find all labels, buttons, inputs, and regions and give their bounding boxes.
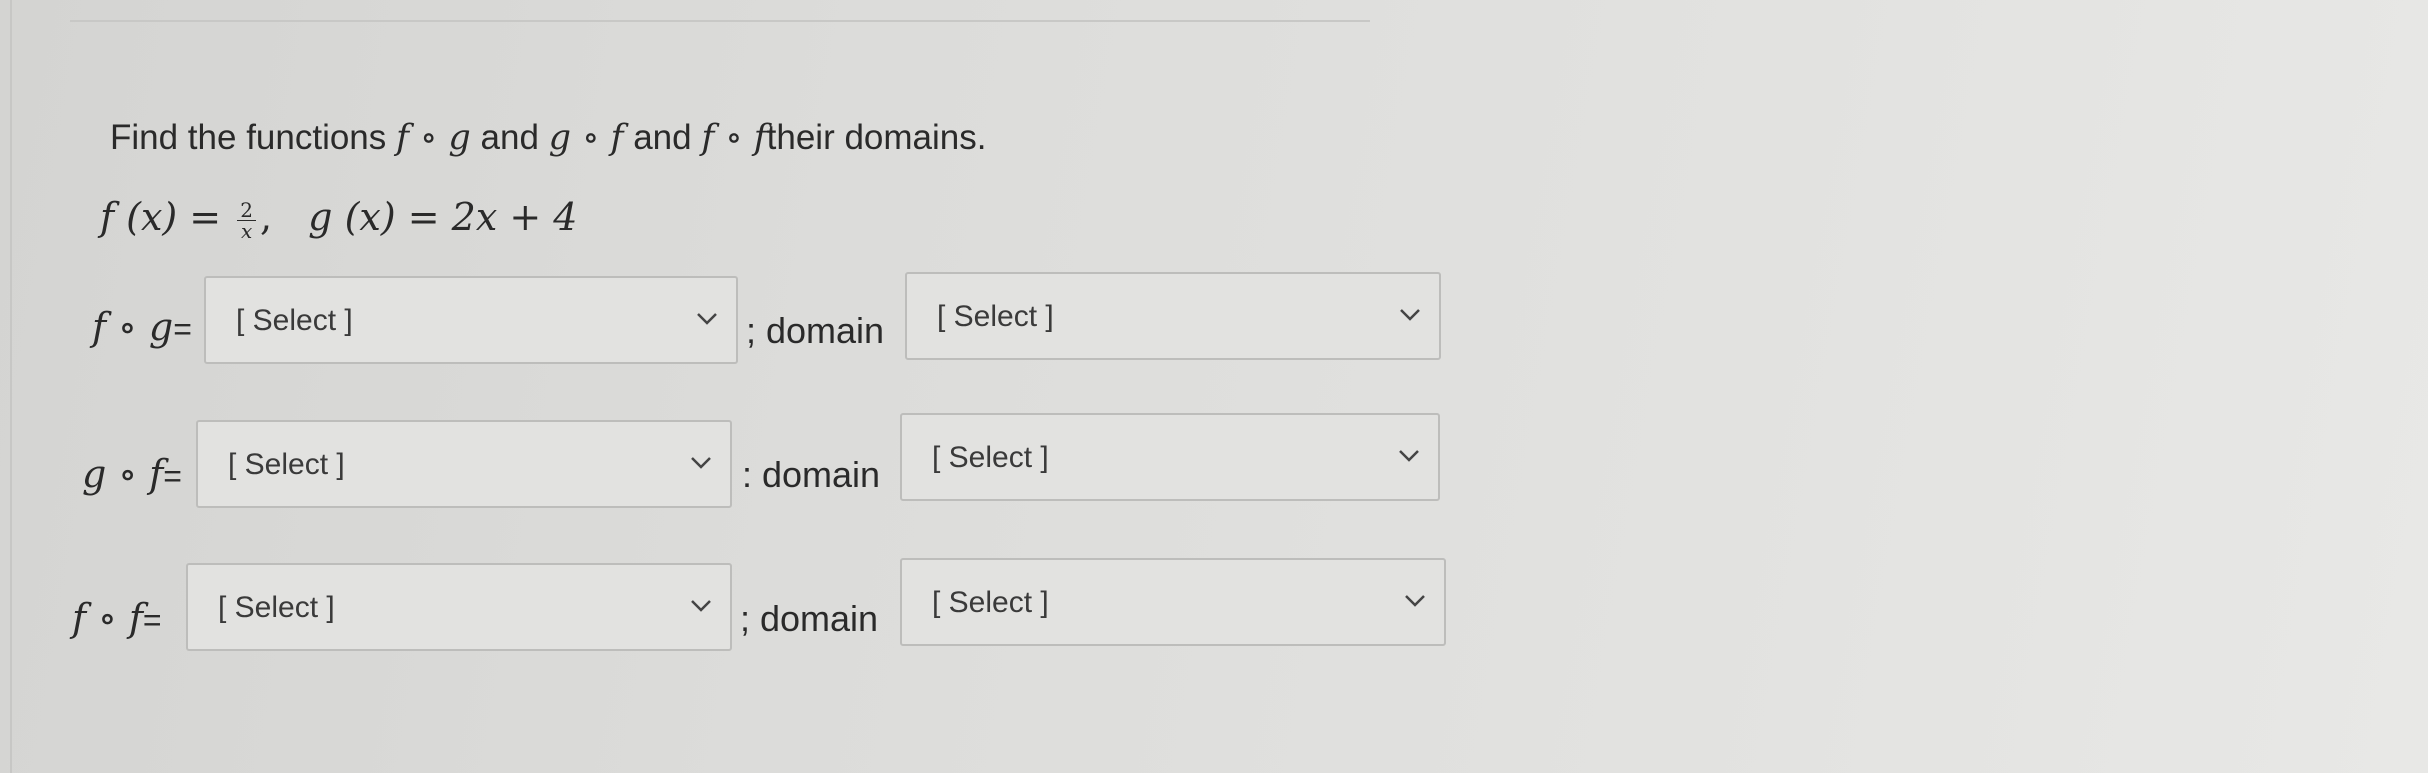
- chevron-down-icon: [691, 457, 711, 469]
- select-value: [ Select ]: [932, 586, 1049, 619]
- chevron-down-icon: [697, 313, 717, 325]
- fraction-numerator: 2: [237, 200, 256, 221]
- formula-comma: ,: [259, 195, 273, 239]
- equals-sign: =: [173, 311, 192, 347]
- fraction-denominator: x: [240, 219, 253, 243]
- question-prefix: Find the functions: [110, 118, 387, 157]
- fraction: 2 x: [237, 200, 256, 241]
- chevron-down-icon: [1400, 309, 1420, 321]
- g-definition: g (x) = 2x + 4: [308, 195, 578, 239]
- fof-domain-select[interactable]: [ Select ]: [900, 558, 1446, 646]
- row-expr: f ∘ g: [92, 305, 174, 349]
- fog-domain-select[interactable]: [ Select ]: [905, 272, 1441, 360]
- domain-label: : domain: [742, 454, 881, 495]
- equals-sign: =: [142, 602, 162, 638]
- select-value: [ Select ]: [228, 448, 345, 481]
- row-label-gof: g ∘ f=: [82, 452, 182, 497]
- gof-domain-select[interactable]: [ Select ]: [900, 413, 1440, 501]
- domain-label: ; domain: [746, 310, 885, 351]
- expr-ff: f ∘ f: [701, 118, 767, 158]
- chevron-down-icon: [1405, 595, 1425, 607]
- function-definitions: f (x) = 2 x , g (x) = 2x + 4: [100, 195, 577, 241]
- domain-label: ; domain: [740, 598, 879, 639]
- chevron-down-icon: [1399, 450, 1419, 462]
- question-suffix: their domains.: [766, 118, 987, 157]
- equals-sign: =: [163, 458, 182, 494]
- select-value: [ Select ]: [218, 591, 335, 624]
- row-expr: g ∘ f: [82, 452, 164, 496]
- select-value: [ Select ]: [932, 441, 1049, 474]
- chevron-down-icon: [691, 600, 711, 612]
- row-label-fof: f ∘ f=: [72, 596, 162, 641]
- fof-answer-select[interactable]: [ Select ]: [186, 563, 732, 651]
- fog-answer-select[interactable]: [ Select ]: [204, 276, 738, 364]
- f-lhs: f (x) =: [100, 195, 222, 239]
- select-value: [ Select ]: [236, 304, 353, 337]
- panel-border: [10, 0, 2428, 773]
- divider: [70, 20, 1370, 22]
- question-and-2: and: [633, 118, 692, 157]
- quiz-page: Find the functions f ∘ g and g ∘ f and f…: [0, 0, 2428, 773]
- question-and-1: and: [480, 118, 539, 157]
- expr-fg: f ∘ g: [396, 118, 471, 158]
- gof-answer-select[interactable]: [ Select ]: [196, 420, 732, 508]
- question-text: Find the functions f ∘ g and g ∘ f and f…: [110, 118, 986, 158]
- select-value: [ Select ]: [937, 300, 1054, 333]
- row-label-fog: f ∘ g=: [92, 305, 192, 350]
- expr-gf: g ∘ f: [548, 118, 624, 158]
- row-expr: f ∘ f: [72, 596, 143, 640]
